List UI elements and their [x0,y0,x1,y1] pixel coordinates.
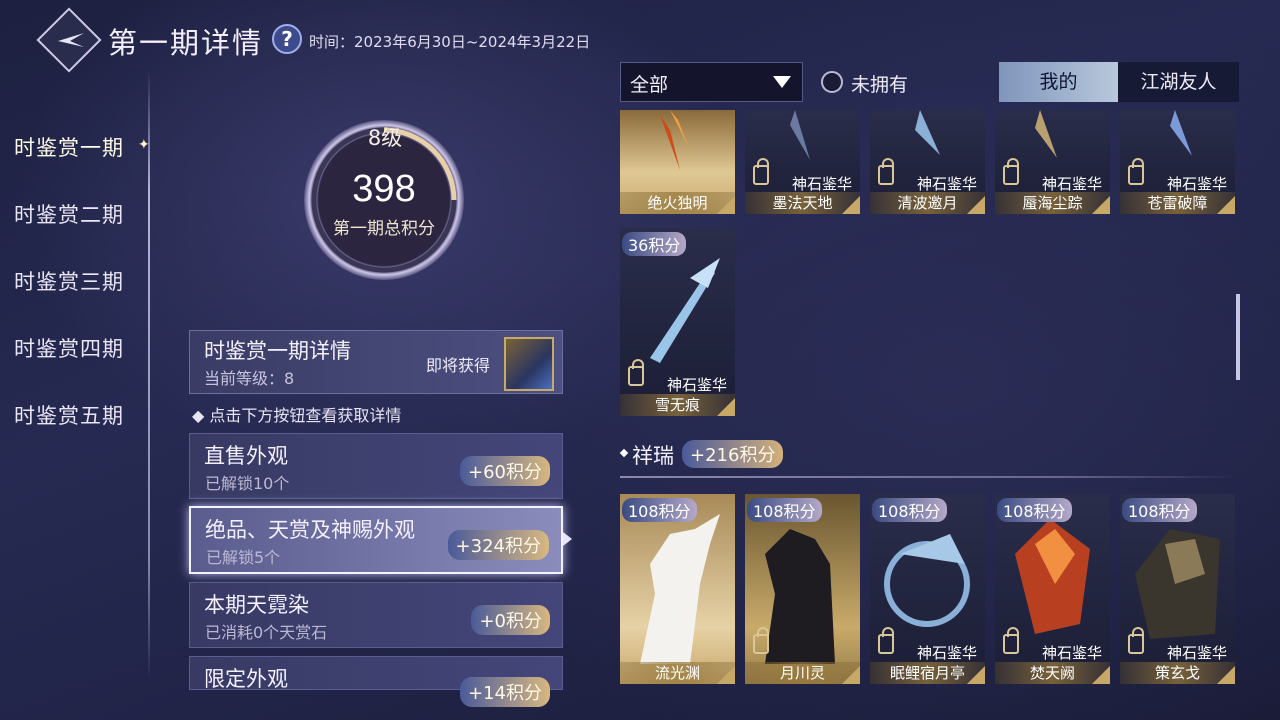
corner-mark [842,666,860,684]
appearance-card[interactable]: 神石鉴华 苍雷破障 [1120,110,1235,214]
unowned-label[interactable]: 未拥有 [851,70,908,97]
sidebar-divider [148,70,150,680]
period-detail-title: 时鉴赏一期详情 [204,339,351,363]
corner-mark [967,666,985,684]
sidebar-item-period-3[interactable]: 时鉴赏三期 [14,266,124,296]
section-bullet-icon [619,448,629,458]
corner-mark [1217,196,1235,214]
upcoming-reward-thumbnail[interactable] [504,337,554,391]
corner-mark [717,666,735,684]
corner-mark [717,196,735,214]
points-badge: +60积分 [460,456,550,486]
source-label: 神石鉴华 [916,644,977,662]
corner-mark [1092,666,1110,684]
category-direct-sale[interactable]: 直售外观 已解锁10个 +60积分 [189,433,563,499]
filter-selected: 全部 [630,74,669,96]
source-label: 神石鉴华 [1041,644,1102,662]
level-label: 8级 [367,126,403,150]
hint-text: ◆ 点击下方按钮查看获取详情 [192,406,402,425]
page-title: 第一期详情 [108,26,264,60]
category-limited[interactable]: 限定外观 +14积分 [189,656,563,707]
total-score-label: 第一期总积分 [333,219,435,239]
section-divider [620,476,1238,478]
section-title: 祥瑞 [632,444,674,468]
chevron-down-icon [773,76,791,88]
sidebar-item-period-1[interactable]: 时鉴赏一期 [14,132,124,162]
mount-card[interactable]: 108积分 流光渊 [620,494,735,684]
total-score: 398 [352,168,416,210]
sidebar-item-period-4[interactable]: 时鉴赏四期 [14,333,124,363]
sidebar-item-period-5[interactable]: 时鉴赏五期 [14,400,124,430]
appearance-card[interactable]: 神石鉴华 蜃海尘踪 [995,110,1110,214]
mount-card[interactable]: 108积分 神石鉴华 眠鲤宿月亭 [870,494,985,684]
lock-icon [753,158,769,185]
lock-icon [1003,627,1019,654]
selected-arrow-icon [563,532,572,546]
corner-mark [967,196,985,214]
corner-mark [1092,196,1110,214]
time-range: 时间：2023年6月30日~2024年3月22日 [309,33,591,51]
points-badge: 108积分 [747,498,822,522]
lock-icon [878,158,894,185]
points-badge: +324积分 [447,530,549,560]
appearance-card[interactable]: 神石鉴华 清波邀月 [870,110,985,214]
tab-mine[interactable]: 我的 [999,62,1118,102]
lock-icon [753,627,769,654]
current-level: 当前等级：8 [204,369,295,388]
sidebar-item-period-2[interactable]: 时鉴赏二期 [14,199,124,229]
points-badge: 36积分 [622,232,687,256]
category-premium-appearances[interactable]: 绝品、天赏及神赐外观 已解锁5个 +324积分 [189,506,563,574]
points-badge: +14积分 [460,677,550,707]
source-label: 神石鉴华 [1041,175,1102,193]
points-badge: 108积分 [1122,498,1197,522]
points-badge: 108积分 [622,498,697,522]
tab-friends[interactable]: 江湖友人 [1118,62,1239,102]
corner-mark [842,196,860,214]
section-points: +216积分 [682,440,784,468]
appearance-card[interactable]: 神石鉴华 墨法天地 [745,110,860,214]
appearance-card[interactable]: 绝火独明 [620,110,735,214]
unowned-radio[interactable] [821,71,843,93]
appearance-card[interactable]: 36积分 神石鉴华 雪无痕 [620,228,735,416]
lock-icon [878,627,894,654]
source-label: 神石鉴华 [916,175,977,193]
lock-icon [628,359,644,386]
help-icon[interactable]: ? [272,24,302,54]
lock-icon [1128,158,1144,185]
mount-card[interactable]: 108积分 神石鉴华 焚天阙 [995,494,1110,684]
corner-mark [1217,666,1235,684]
back-arrow-icon [58,33,84,47]
source-label: 神石鉴华 [791,175,852,193]
source-label: 神石鉴华 [666,376,727,394]
scrollbar[interactable] [1236,294,1240,380]
points-badge: +0积分 [471,605,550,635]
mount-card[interactable]: 108积分 神石鉴华 策玄戈 [1120,494,1235,684]
category-dye[interactable]: 本期天霓染 已消耗0个天赏石 +0积分 [189,582,563,648]
active-star-icon: ✦ [138,137,150,153]
source-label: 神石鉴华 [1166,175,1227,193]
points-badge: 108积分 [872,498,947,522]
points-badge: 108积分 [997,498,1072,522]
source-label: 神石鉴华 [1166,644,1227,662]
mount-card[interactable]: 108积分 月川灵 [745,494,860,684]
lock-icon [1003,158,1019,185]
flame-weapon-icon [660,110,690,170]
corner-mark [717,398,735,416]
upcoming-reward-label: 即将获得 [426,356,491,375]
lock-icon [1128,627,1144,654]
